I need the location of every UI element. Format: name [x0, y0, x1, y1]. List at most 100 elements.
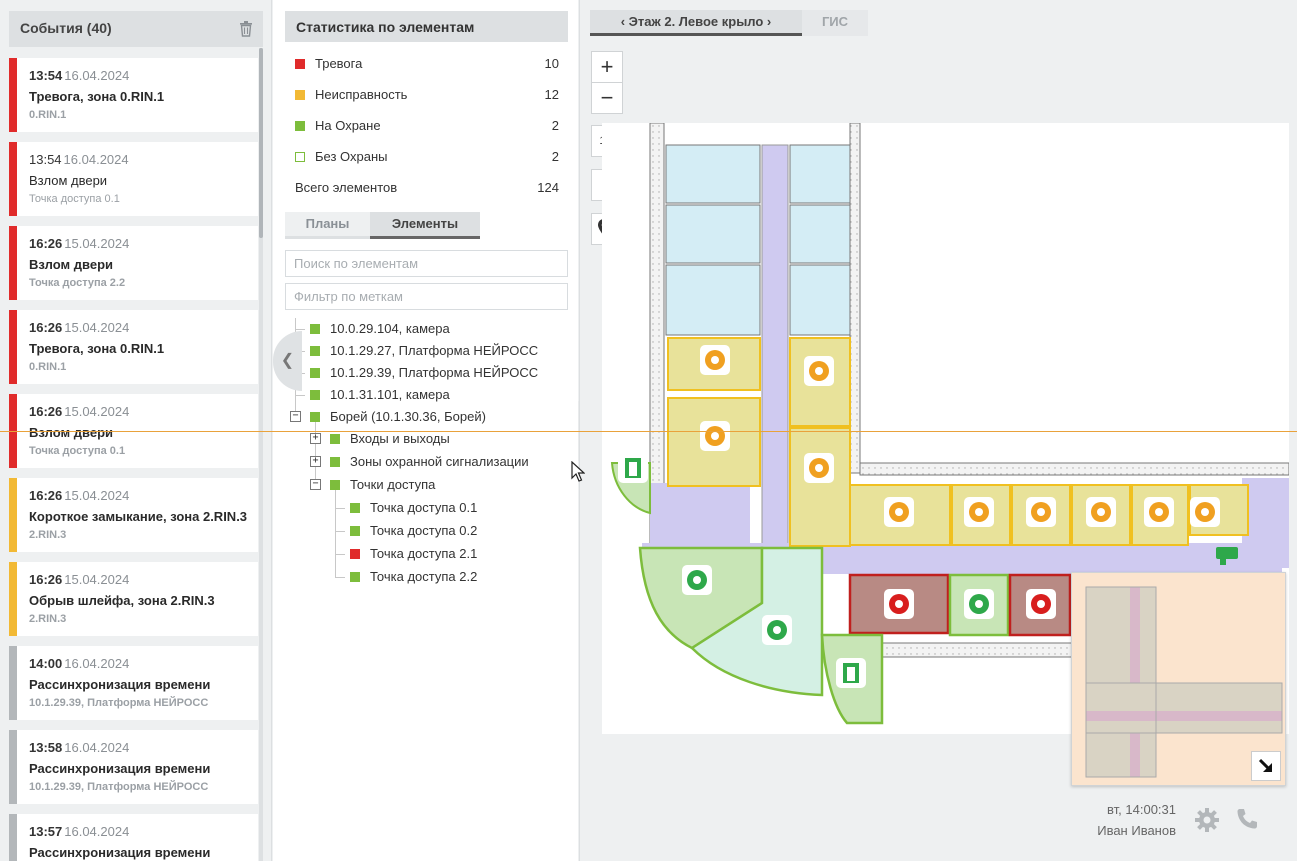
- event-time: 14:00 16.04.2024: [29, 656, 129, 671]
- collapse-toggle[interactable]: −: [310, 478, 321, 490]
- scan-line: [0, 431, 1297, 432]
- event-source: 0.RIN.1: [29, 361, 67, 373]
- door-icon: [836, 658, 866, 688]
- event-time: 16:26 15.04.2024: [29, 488, 129, 503]
- event-card[interactable]: 16:26 15.04.2024 Короткое замыкание, зона …: [9, 478, 258, 552]
- event-source: 2.RIN.3: [29, 613, 67, 625]
- zone-fault: [789, 427, 851, 547]
- wall: [849, 123, 861, 474]
- fault-bell-icon: [884, 497, 914, 527]
- event-time: 16:26 15.04.2024: [29, 572, 129, 587]
- fault-bell-icon: [1144, 497, 1174, 527]
- tree-connector: [335, 507, 345, 509]
- phone-icon[interactable]: [1235, 807, 1259, 831]
- user-name[interactable]: Иван Иванов: [1080, 823, 1176, 838]
- zoom-in-button[interactable]: +: [591, 51, 623, 83]
- event-source: 0.RIN.1: [29, 109, 67, 121]
- trash-icon[interactable]: [239, 21, 253, 37]
- tree-item-label: 10.1.29.39, Платформа НЕЙРОСС: [330, 365, 539, 380]
- event-name: Рассинхронизация времени: [29, 677, 211, 692]
- door-icon: [618, 453, 648, 483]
- event-time-value: 16:26: [29, 320, 63, 335]
- room: [789, 204, 851, 264]
- room: [789, 264, 851, 336]
- gear-icon[interactable]: [1194, 807, 1220, 833]
- stats-row: Тревога 10: [295, 56, 559, 74]
- minimap[interactable]: [1071, 572, 1286, 786]
- status-square-icon: [295, 59, 305, 69]
- event-card[interactable]: 13:57 16.04.2024 Рассинхронизация времени: [9, 814, 258, 861]
- event-time: 16:26 15.04.2024: [29, 404, 129, 419]
- corridor: [761, 144, 789, 566]
- stats-header: Статистика по элементам: [285, 11, 568, 42]
- tab-plans[interactable]: Планы: [285, 212, 370, 239]
- event-time-value: 13:54: [29, 68, 63, 83]
- event-name: Взлом двери: [29, 257, 113, 272]
- tree-item-label: 10.1.29.27, Платформа НЕЙРОСС: [330, 343, 539, 358]
- event-source: 2.RIN.3: [29, 529, 67, 541]
- event-name: Взлом двери: [29, 173, 108, 188]
- status-square-icon: [295, 90, 305, 100]
- stats-row-label: На Охране: [315, 118, 381, 133]
- stats-row-value: 2: [551, 118, 559, 133]
- event-time-value: 16:26: [29, 488, 63, 503]
- stats-total-row: Всего элементов 124: [295, 180, 559, 198]
- fault-bell-icon: [700, 421, 730, 451]
- tree-item-label: 10.0.29.104, камера: [330, 321, 450, 336]
- event-time: 13:54 16.04.2024: [29, 152, 129, 167]
- event-time-value: 13:58: [29, 740, 63, 755]
- event-card[interactable]: 13:54 16.04.2024 Взлом двери Точка доступа …: [9, 142, 258, 216]
- room: [665, 264, 761, 336]
- stats-row-label: Тревога: [315, 56, 363, 71]
- status-square-icon: [350, 571, 360, 582]
- event-name: Тревога, зона 0.RIN.1: [29, 89, 165, 104]
- event-card[interactable]: 16:26 15.04.2024 Обрыв шлейфа, зона 2.RIN.…: [9, 562, 258, 636]
- elements-tree: 10.0.29.104, камера 10.1.29.27, Платформа…: [273, 318, 578, 598]
- status-square-icon: [350, 525, 360, 536]
- event-card[interactable]: 16:26 15.04.2024 Тревога, зона 0.RIN.1 0.RI…: [9, 310, 258, 384]
- fault-bell-icon: [700, 345, 730, 375]
- status-square-icon: [295, 121, 305, 131]
- collapse-toggle[interactable]: −: [290, 411, 301, 422]
- event-time-value: 16:26: [29, 572, 63, 587]
- expand-toggle[interactable]: +: [310, 433, 321, 444]
- event-time: 13:58 16.04.2024: [29, 740, 129, 755]
- tree-connector: [335, 576, 345, 578]
- floor-plan-tab[interactable]: ‹ Этаж 2. Левое крыло ›: [590, 10, 802, 36]
- status-square-icon: [350, 502, 360, 513]
- tree-connector: [335, 553, 345, 555]
- tag-filter-input[interactable]: [285, 283, 568, 310]
- minimap-expand-button[interactable]: [1251, 751, 1281, 781]
- armed-bell-icon: [762, 615, 792, 645]
- gis-tab[interactable]: ГИС: [802, 10, 868, 36]
- stats-row-value: 10: [544, 56, 559, 71]
- event-card[interactable]: 13:58 16.04.2024 Рассинхронизация времени 1…: [9, 730, 258, 804]
- room: [665, 204, 761, 264]
- event-card[interactable]: 16:26 15.04.2024 Взлом двери Точка доступа …: [9, 226, 258, 300]
- tab-elements[interactable]: Элементы: [370, 212, 480, 239]
- search-input[interactable]: [285, 250, 568, 277]
- events-scrollbar[interactable]: [259, 48, 263, 861]
- tree-item-label: Борей (10.1.30.36, Борей): [330, 409, 486, 424]
- stats-total-label: Всего элементов: [295, 180, 398, 195]
- alarm-bell-icon: [1026, 589, 1056, 619]
- event-card[interactable]: 13:54 16.04.2024 Тревога, зона 0.RIN.1 0.RI…: [9, 58, 258, 132]
- tree-item-label: Точки доступа: [350, 476, 436, 492]
- events-header: События (40): [9, 11, 263, 47]
- expand-toggle[interactable]: +: [310, 455, 321, 467]
- event-name: Короткое замыкание, зона 2.RIN.3: [29, 509, 248, 524]
- clock: вт, 14:00:31: [1107, 802, 1176, 817]
- expand-arrow-icon: [1258, 758, 1272, 772]
- events-list: 13:54 16.04.2024 Тревога, зона 0.RIN.1 0.RI…: [9, 58, 258, 861]
- status-square-icon: [310, 324, 320, 334]
- events-scrollbar-thumb[interactable]: [259, 48, 263, 238]
- stats-row-value: 12: [544, 87, 559, 102]
- zoom-out-button[interactable]: −: [591, 82, 623, 114]
- event-card[interactable]: 14:00 16.04.2024 Рассинхронизация времени 1…: [9, 646, 258, 720]
- status-square-icon: [295, 152, 305, 162]
- event-time-value: 14:00: [29, 656, 63, 671]
- corridor: [1242, 478, 1289, 568]
- tree-item-label: Точка доступа 2.2: [370, 568, 478, 584]
- status-square-icon: [350, 548, 360, 559]
- event-time-value: 13:54: [29, 152, 62, 167]
